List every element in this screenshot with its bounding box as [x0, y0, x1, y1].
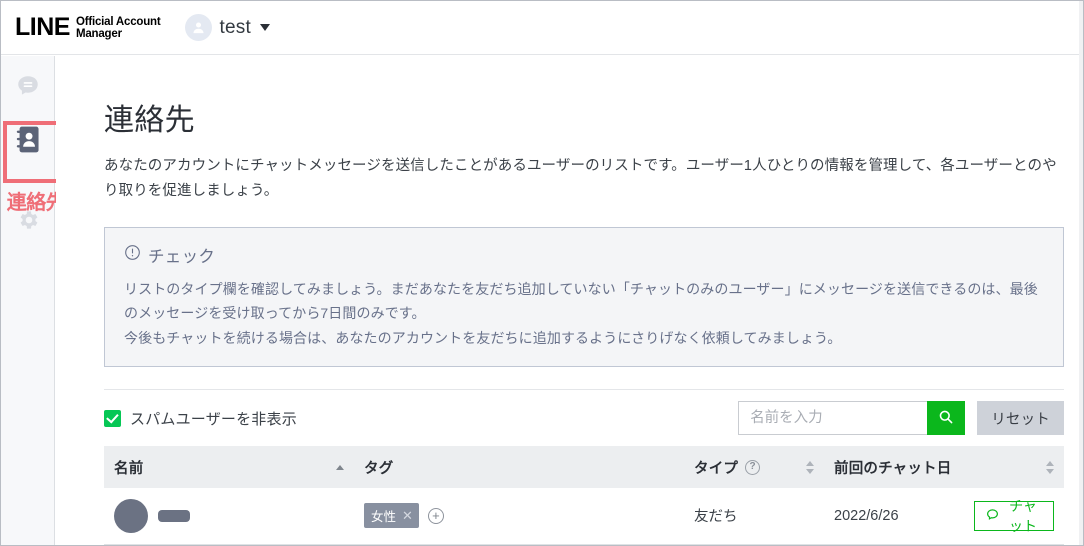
cell-type: 友だち: [684, 488, 824, 545]
spam-filter-label: スパムユーザーを非表示: [130, 410, 297, 428]
cell-action: チャット: [964, 488, 1064, 545]
account-switcher[interactable]: test: [184, 14, 270, 41]
brand-subtitle: Official Account Manager: [76, 15, 161, 41]
reset-button[interactable]: リセット: [977, 401, 1064, 436]
search-controls: リセット: [738, 401, 1064, 436]
gear-icon: [16, 208, 40, 237]
table-header-row: 名前 タグ タイプ ? 前回のチャット日: [104, 446, 1064, 489]
column-header-tag-label: タグ: [364, 460, 394, 477]
notice-title-text: チェック: [148, 248, 216, 267]
table-row[interactable]: 女性 ✕ + 友だち 2022/6/26 チャット: [104, 488, 1064, 545]
contact-book-icon: [15, 125, 42, 159]
column-header-action: [964, 446, 1064, 489]
page-title: 連絡先: [104, 104, 195, 137]
notice-line-2: 今後もチャットを続ける場合は、あなたのアカウントを友だちに追加するようにさりげな…: [124, 329, 842, 346]
main-content: 連絡先 あなたのアカウントにチャットメッセージを送信したことがあるユーザーのリス…: [56, 56, 1083, 545]
contacts-table: 名前 タグ タイプ ? 前回のチャット日 女性 ✕ + 友だち 2022/6/2…: [104, 446, 1064, 545]
chat-button-label: チャット: [1009, 497, 1037, 534]
notice-body: リストのタイプ欄を確認してみましょう。まだあなたを友だち追加していない「チャット…: [124, 277, 1044, 350]
chat-bubble-icon: [15, 73, 41, 104]
brand-subtitle-line2: Manager: [75, 28, 122, 40]
person-icon: [184, 14, 212, 41]
exclamation-circle-icon: [124, 244, 141, 266]
table-body: 女性 ✕ + 友だち 2022/6/26 チャット: [104, 488, 1064, 545]
column-header-type-label: タイプ: [694, 460, 739, 477]
sidebar-item-chat[interactable]: [1, 62, 55, 114]
page-description: あなたのアカウントにチャットメッセージを送信したことがあるユーザーのリストです。…: [104, 157, 1057, 200]
sort-toggle-icon-type[interactable]: [806, 460, 814, 474]
search-icon: [938, 409, 954, 428]
help-icon[interactable]: ?: [745, 459, 761, 475]
column-header-last-chat[interactable]: 前回のチャット日: [824, 446, 964, 489]
notice-box: チェック リストのタイプ欄を確認してみましょう。まだあなたを友だち追加していない…: [104, 227, 1064, 368]
column-header-tag: タグ: [354, 446, 684, 489]
cell-name: [104, 488, 354, 545]
column-header-last-chat-label: 前回のチャット日: [834, 460, 952, 477]
avatar: [114, 498, 148, 533]
column-header-name-label: 名前: [114, 460, 144, 477]
notice-title-row: チェック: [124, 243, 1044, 267]
search-input[interactable]: [739, 402, 928, 435]
contact-name-redacted: [158, 509, 190, 522]
sidebar-item-settings[interactable]: [1, 196, 55, 248]
search-box: [738, 401, 966, 436]
table-header: 名前 タグ タイプ ? 前回のチャット日: [104, 446, 1064, 489]
close-icon[interactable]: ✕: [402, 509, 413, 522]
sort-toggle-icon-last-chat[interactable]: [1046, 460, 1054, 474]
notice-line-1: リストのタイプ欄を確認してみましょう。まだあなたを友だち追加していない「チャット…: [124, 281, 1038, 322]
tag-chip[interactable]: 女性 ✕: [364, 503, 419, 529]
app-window: LINE Official Account Manager test 連絡先 連…: [0, 0, 1084, 546]
filter-toolbar: スパムユーザーを非表示 名前を入力 リセット: [104, 390, 1064, 446]
spam-filter-checkbox[interactable]: スパムユーザーを非表示: [104, 408, 297, 429]
app-header: LINE Official Account Manager test: [1, 1, 1083, 55]
chat-bubble-icon: [986, 508, 999, 524]
chat-button[interactable]: チャット: [974, 498, 1054, 534]
sidebar-item-contacts[interactable]: [1, 116, 55, 168]
sidebar-nav: [1, 56, 55, 545]
cell-tag: 女性 ✕ +: [354, 488, 684, 545]
column-header-type[interactable]: タイプ ?: [684, 446, 824, 489]
brand-subtitle-line1: Official Account: [75, 15, 161, 28]
plus-circle-icon[interactable]: +: [427, 507, 444, 524]
checkbox-checked-icon[interactable]: [104, 409, 121, 427]
account-name-label: test: [219, 16, 251, 38]
brand-logo[interactable]: LINE Official Account Manager: [15, 15, 161, 41]
cell-last-chat: 2022/6/26: [824, 488, 964, 545]
search-button[interactable]: [927, 401, 966, 436]
column-header-name[interactable]: 名前: [104, 446, 354, 489]
brand-line-text: LINE: [15, 13, 70, 41]
caret-down-icon[interactable]: [259, 24, 270, 31]
tag-chip-label: 女性: [371, 510, 397, 525]
sort-ascending-icon[interactable]: [336, 464, 344, 470]
page-scrollbar[interactable]: [1079, 1, 1083, 545]
